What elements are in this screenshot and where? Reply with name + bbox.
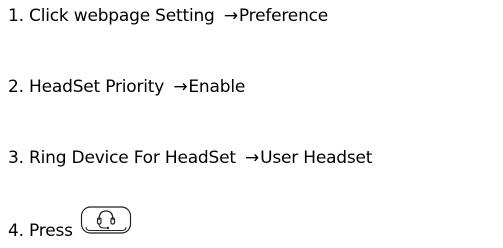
step-1: 1. Click webpage Setting →Preference [8,4,328,28]
arrow-icon: → [223,6,238,26]
step-2: 2. HeadSet Priority →Enable [8,75,245,99]
step-number: 3. [8,148,24,168]
arrow-icon: → [245,148,260,168]
arrow-icon: → [173,77,188,97]
step-number: 2. [8,77,24,97]
step-result: Enable [188,77,246,97]
step-text: Press [29,221,73,241]
step-text: HeadSet Priority [29,77,165,97]
step-number: 1. [8,6,24,26]
headset-key-icon [80,205,132,235]
step-result: User Headset [260,148,373,168]
step-4: 4. Press [8,219,73,243]
step-result: Preference [238,6,329,26]
step-text: Ring Device For HeadSet [29,148,236,168]
step-number: 4. [8,221,24,241]
step-3: 3. Ring Device For HeadSet →User Headset [8,146,372,170]
step-text: Click webpage Setting [29,6,215,26]
